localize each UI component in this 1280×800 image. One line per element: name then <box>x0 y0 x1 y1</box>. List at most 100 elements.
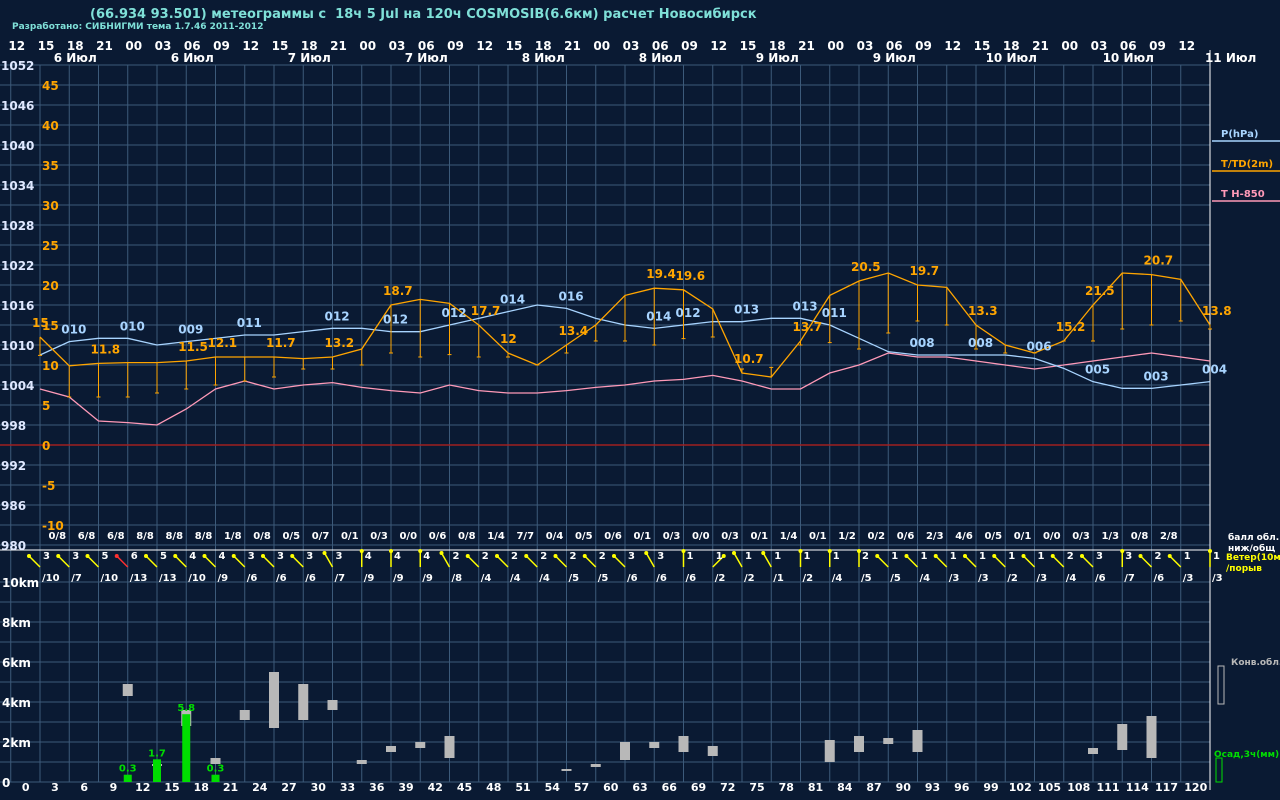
convective-cloud-bar <box>1088 748 1098 754</box>
precip-value-label: 5.8 <box>177 703 195 714</box>
pressure-value-label: 013 <box>793 299 818 313</box>
wind-speed-label: 3 <box>248 551 255 562</box>
forecast-hour-label: 81 <box>808 781 823 794</box>
wind-speed-label: 2 <box>1155 551 1162 562</box>
wind-speed-label: 5 <box>160 551 167 562</box>
wind-gust-label: /3 <box>949 573 960 584</box>
wind-gust-label: /6 <box>247 573 258 584</box>
cloud-cover-label: 0/6 <box>897 531 915 542</box>
wind-arrow <box>323 552 334 568</box>
forecast-hour-label: 87 <box>866 781 881 794</box>
forecast-hour-label: 57 <box>574 781 589 794</box>
wind-speed-label: 3 <box>277 551 284 562</box>
convective-cloud-bar <box>678 736 689 752</box>
forecast-hour-label: 90 <box>896 781 912 794</box>
temperature-value-label: 13.2 <box>325 336 355 350</box>
temperature-value-label: 15.2 <box>1056 320 1086 334</box>
precip-bar <box>182 714 191 782</box>
wind-arrow-head <box>114 554 119 558</box>
wind-arrow <box>440 552 451 568</box>
day-label: 8 Июл <box>639 51 682 65</box>
wind-speed-label: 1 <box>1008 551 1015 562</box>
cloud-cover-label: 0/3 <box>721 531 739 542</box>
wind-speed-label: 2 <box>862 551 869 562</box>
hour-label: 15 <box>740 39 757 53</box>
legend: P(hPa)T/TD(2m)T H-850балл обл.ниж/общВет… <box>1212 129 1280 783</box>
cloud-cover-label: 0/4 <box>546 531 564 542</box>
wind-gust-label: /9 <box>218 573 229 584</box>
forecast-hour-label: 42 <box>428 781 443 794</box>
cloud-cover-label: 0/1 <box>633 531 651 542</box>
height-tick-label: 4km <box>2 696 31 710</box>
legend-conv-cloud: Конв.обл. <box>1231 657 1280 668</box>
forecast-hour-label: 114 <box>1126 781 1149 794</box>
temperature-value-label: 11.5 <box>178 340 208 354</box>
precip-bar <box>123 774 132 782</box>
wind-gust-label: /7 <box>335 573 346 584</box>
forecast-hour-label: 51 <box>515 781 530 794</box>
wind-arrow <box>1052 555 1065 568</box>
wind-arrow <box>116 555 129 568</box>
wind-gust-label: /3 <box>1183 573 1194 584</box>
hour-label: 09 <box>213 39 230 53</box>
wind-gust-label: /3 <box>1212 573 1223 584</box>
wind-arrow-head <box>732 551 736 555</box>
wind-speed-label: 4 <box>189 551 196 562</box>
wind-arrow <box>233 555 246 568</box>
day-label: 6 Июл <box>54 51 97 65</box>
temperature-tick-label: 30 <box>42 199 59 213</box>
temperature-value-label: 20.5 <box>851 260 881 274</box>
temperature-tick-label: 25 <box>42 239 59 253</box>
precip-bar <box>153 759 161 782</box>
legend-pressure: P(hPa) <box>1221 129 1258 140</box>
forecast-hour-label: 33 <box>340 781 355 794</box>
convective-cloud-bar <box>1117 724 1128 750</box>
forecast-hour-label: 66 <box>662 781 678 794</box>
forecast-hour-label: 117 <box>1155 781 1178 794</box>
wind-gust-label: /4 <box>1066 573 1077 584</box>
wind-gust-label: /5 <box>598 573 609 584</box>
convective-cloud-bar <box>824 740 835 762</box>
pressure-value-label: 013 <box>734 303 759 317</box>
convective-cloud-bar <box>415 742 426 748</box>
forecast-hour-label: 45 <box>457 781 472 794</box>
wind-arrow <box>525 555 538 568</box>
forecast-hour-label: 84 <box>837 781 853 794</box>
precip-value-label: 0.3 <box>119 764 137 775</box>
wind-gust-label: /9 <box>393 573 404 584</box>
pressure-tick-label: 980 <box>1 539 26 553</box>
cloud-cover-label: 1/2 <box>838 531 856 542</box>
legend-precip-swatch <box>1215 757 1223 783</box>
forecast-hour-label: 69 <box>691 781 706 794</box>
day-label: 9 Июл <box>873 51 916 65</box>
wind-gust-label: /7 <box>1124 573 1135 584</box>
wind-speed-label: 2 <box>540 551 547 562</box>
cloud-cover-label: 1/8 <box>224 531 242 542</box>
wind-speed-label: 1 <box>833 551 840 562</box>
wind-speed-label: 3 <box>72 551 79 562</box>
wind-gust-label: /2 <box>715 573 726 584</box>
cloud-cover-label: 1/4 <box>780 531 798 542</box>
wind-speed-label: 1 <box>979 551 986 562</box>
wind-gust-label: /3 <box>978 573 989 584</box>
day-label: 10 Июл <box>1103 51 1154 65</box>
wind-speed-label: 2 <box>453 551 460 562</box>
wind-speed-label: 3 <box>657 551 664 562</box>
cloud-cover-label: 0/2 <box>867 531 885 542</box>
wind-arrow-head <box>963 554 967 558</box>
wind-arrow-head <box>904 554 909 558</box>
pressure-value-label: 003 <box>1144 369 1169 383</box>
wind-arrow-head <box>231 554 236 558</box>
wind-arrow <box>86 555 100 568</box>
wind-arrow-head <box>56 554 61 558</box>
temperature-value-label: 19.7 <box>910 264 940 278</box>
pressure-value-label: 012 <box>442 306 467 320</box>
wind-speed-label: 1 <box>891 551 898 562</box>
convective-cloud-bar <box>122 684 133 696</box>
pressure-value-label: 010 <box>120 319 145 333</box>
wind-gust-label: /10 <box>42 573 60 584</box>
wind-arrow <box>174 555 187 568</box>
cloud-cover-label: 0/3 <box>370 531 388 542</box>
hour-label: 00 <box>827 39 844 53</box>
cloud-cover-label: 8/8 <box>195 531 213 542</box>
